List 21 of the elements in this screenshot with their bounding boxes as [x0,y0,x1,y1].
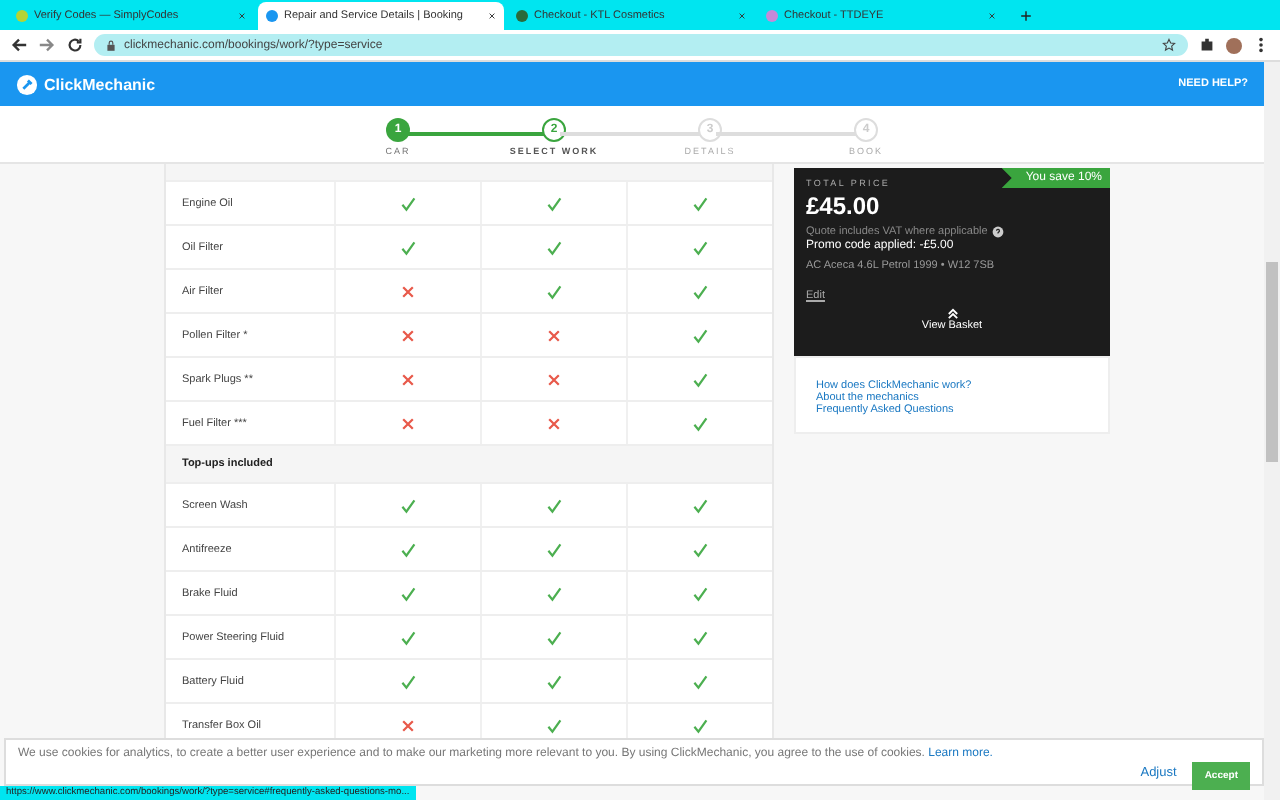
profile-avatar[interactable] [1226,37,1242,53]
favicon-icon [766,10,778,22]
chevron-up-icon [945,308,959,320]
close-icon[interactable] [738,12,746,20]
favicon-icon [266,10,278,22]
total-price: £45.00 [806,192,882,220]
favicon-icon [516,10,528,22]
back-icon[interactable] [10,36,28,54]
forward-icon[interactable] [38,36,56,54]
logo-text[interactable]: ClickMechanic [44,75,156,93]
scrollbar[interactable] [1264,62,1280,800]
close-icon[interactable] [988,12,996,20]
lock-icon [106,39,116,51]
wrench-logo-icon [16,73,38,95]
help-icon[interactable] [991,226,1004,238]
reload-icon[interactable] [66,36,84,54]
favicon-icon [16,10,28,22]
close-icon[interactable] [238,12,246,20]
star-icon[interactable] [1162,38,1176,52]
new-tab-icon[interactable] [1020,10,1032,22]
close-icon[interactable] [488,12,496,20]
